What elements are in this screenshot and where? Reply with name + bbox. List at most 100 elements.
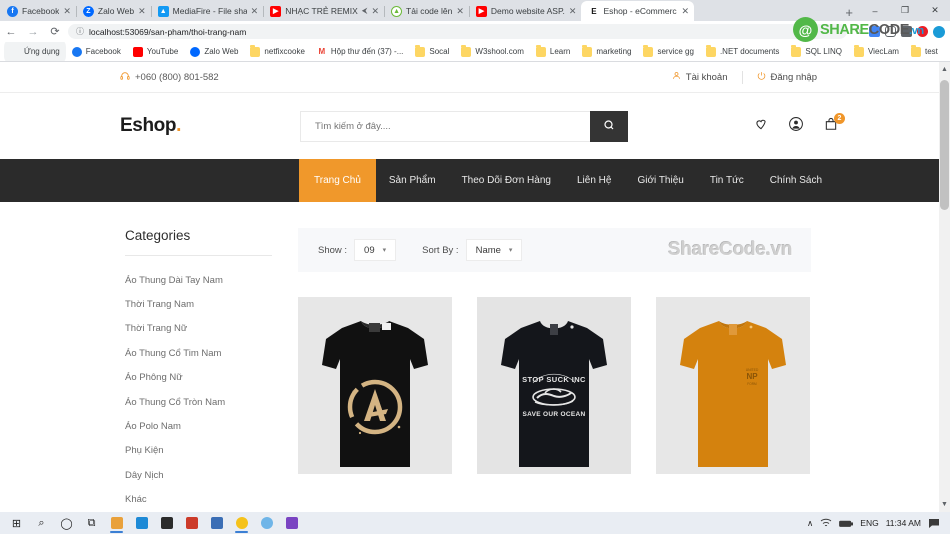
search-button[interactable] <box>589 110 628 142</box>
category-item[interactable]: Thời Trang Nữ <box>125 317 272 341</box>
category-item[interactable]: Áo Thung Dài Tay Nam <box>125 268 272 292</box>
site-info-icon[interactable]: ⓘ <box>76 26 84 37</box>
back-button[interactable]: ← <box>0 26 22 38</box>
file-explorer-icon[interactable] <box>104 512 129 534</box>
wifi-icon[interactable] <box>820 518 832 528</box>
product-card[interactable]: UNITED NP FORM <box>656 297 810 474</box>
browser-tab[interactable]: Z Zalo Web ✕ <box>76 1 152 21</box>
tab-close-button[interactable]: ✕ <box>681 6 689 16</box>
bookmark-item[interactable]: .NET documents <box>700 45 785 58</box>
extension-translate-icon[interactable] <box>869 26 880 37</box>
address-bar[interactable]: ⓘ localhost:53069/san-pham/thoi-trang-na… <box>68 24 847 39</box>
battery-icon[interactable] <box>839 519 854 528</box>
category-item[interactable]: Phụ Kiện <box>125 439 272 463</box>
category-item[interactable]: Áo Thung Cổ Tim Nam <box>125 341 272 365</box>
category-item[interactable]: Áo Thung Cổ Tròn Nam <box>125 390 272 414</box>
cart-button[interactable]: 2 <box>823 113 845 134</box>
cortana-icon[interactable]: ◯ <box>54 512 79 534</box>
browser-tab[interactable]: ▲MediaFire - File sharing ✕ <box>151 1 264 21</box>
browser-tab[interactable]: ▶Demo website ASP. NE ✕ <box>469 1 582 21</box>
bookmark-item[interactable]: test <box>905 45 944 58</box>
bookmark-item[interactable]: Facebook <box>66 46 127 58</box>
reload-button[interactable]: ⟳ <box>44 25 66 38</box>
bookmark-item[interactable]: Socal <box>409 45 455 58</box>
tab-close-button[interactable]: ✕ <box>63 6 71 16</box>
scroll-down-arrow[interactable]: ▼ <box>939 499 950 510</box>
tab-close-button[interactable]: ✕ <box>569 6 577 16</box>
language-indicator[interactable]: ENG <box>860 518 878 528</box>
nav-item[interactable]: Tin Tức <box>697 159 757 202</box>
forward-button[interactable]: → <box>22 26 44 38</box>
tab-close-button[interactable]: ✕ <box>251 6 259 16</box>
new-tab-button[interactable]: + <box>838 6 860 21</box>
profile-avatar[interactable] <box>933 25 945 38</box>
tab-close-button[interactable]: ✕ <box>138 6 146 16</box>
product-image[interactable]: STOP SUCK INC SAVE OUR OCEAN <box>477 297 631 474</box>
product-image[interactable]: UNITED NP FORM <box>656 297 810 474</box>
category-item[interactable]: Khác <box>125 487 272 511</box>
login-link[interactable]: Đăng nhập <box>743 71 831 83</box>
account-button[interactable] <box>788 116 804 134</box>
browser-tab[interactable]: f Facebook ✕ <box>0 1 77 21</box>
bookmark-item[interactable]: service gg <box>637 45 699 58</box>
visual-studio-icon[interactable] <box>279 512 304 534</box>
sql-server-icon[interactable] <box>179 512 204 534</box>
nav-item[interactable]: Liên Hệ <box>564 159 624 202</box>
nav-item[interactable]: Chính Sách <box>757 159 835 202</box>
category-item[interactable]: Áo Phông Nữ <box>125 366 272 390</box>
chrome-icon[interactable] <box>229 512 254 534</box>
windows-start-icon[interactable]: ⊞ <box>4 512 29 534</box>
product-card[interactable]: STOP SUCK INC SAVE OUR OCEAN <box>477 297 631 474</box>
tray-chevron-icon[interactable]: ∧ <box>807 518 813 529</box>
extension-capture-icon[interactable] <box>901 26 912 37</box>
search-icon[interactable]: ⌕ <box>29 512 54 534</box>
show-select[interactable]: 09 ▾ <box>354 239 397 261</box>
nav-item[interactable]: Theo Dõi Đơn Hàng <box>449 159 564 202</box>
bookmark-item[interactable]: ☷ Ứng dụng <box>4 42 66 61</box>
account-link[interactable]: Tài khoản <box>658 71 742 83</box>
bookmark-item[interactable]: netfixcooke <box>244 45 310 58</box>
bookmark-item[interactable]: YouTube <box>127 46 184 58</box>
site-logo[interactable]: Eshop. <box>120 115 181 137</box>
page-scrollbar[interactable]: ▲ ▼ <box>939 62 950 512</box>
bookmark-item[interactable]: marketing <box>576 45 637 58</box>
product-card[interactable] <box>298 297 452 474</box>
bookmark-item[interactable]: W3shool.com <box>455 45 529 58</box>
store-icon[interactable] <box>154 512 179 534</box>
wishlist-button[interactable] <box>753 118 769 134</box>
notification-icon[interactable] <box>928 518 940 529</box>
bookmark-star-icon[interactable]: ☆ <box>853 26 864 37</box>
bookmark-item[interactable]: Learn <box>530 45 576 58</box>
mail-icon[interactable] <box>129 512 154 534</box>
nav-item[interactable]: Trang Chủ <box>299 159 376 202</box>
extension-opera-icon[interactable] <box>917 26 928 37</box>
extension-lock-icon[interactable] <box>885 26 896 37</box>
tab-close-button[interactable]: ✕ <box>371 6 379 16</box>
bookmark-item[interactable]: Zalo Web <box>184 46 244 58</box>
bookmark-item[interactable]: ViecLam <box>848 45 905 58</box>
scrollbar-thumb[interactable] <box>940 80 949 210</box>
nav-item[interactable]: Sản Phẩm <box>376 159 449 202</box>
close-window-button[interactable]: ✕ <box>920 0 950 21</box>
tab-close-button[interactable]: ✕ <box>456 6 464 16</box>
category-item[interactable]: Dây Nịch <box>125 463 272 487</box>
task-view-icon[interactable]: ⧉ <box>79 512 104 534</box>
browser-tab[interactable]: EEshop - eCommerce H✕ <box>581 1 694 21</box>
sort-select[interactable]: Name ▾ <box>465 239 523 261</box>
maximize-button[interactable]: ❐ <box>890 0 920 21</box>
product-image[interactable] <box>298 297 452 474</box>
bookmark-item[interactable]: M Hộp thư đến (37) -... <box>311 46 410 58</box>
category-item[interactable]: Thời Trang Nam <box>125 292 272 316</box>
tab-mute-icon[interactable]: ⮜ <box>362 6 368 16</box>
clock[interactable]: 11:34 AM <box>886 518 921 528</box>
bookmark-item[interactable]: SQL LINQ <box>785 45 848 58</box>
scroll-up-arrow[interactable]: ▲ <box>939 64 950 75</box>
minimize-button[interactable]: – <box>860 0 890 21</box>
category-item[interactable]: Áo Polo Nam <box>125 414 272 438</box>
browser-tab[interactable]: ▶ NHẠC TRẺ REMIX ⮜ ✕ <box>263 1 385 21</box>
browser-tab[interactable]: ▲ Tải code lên ✕ <box>384 1 470 21</box>
visual-studio-code-icon[interactable] <box>204 512 229 534</box>
photos-icon[interactable] <box>254 512 279 534</box>
nav-item[interactable]: Giới Thiệu <box>624 159 696 202</box>
search-input[interactable] <box>299 110 590 142</box>
